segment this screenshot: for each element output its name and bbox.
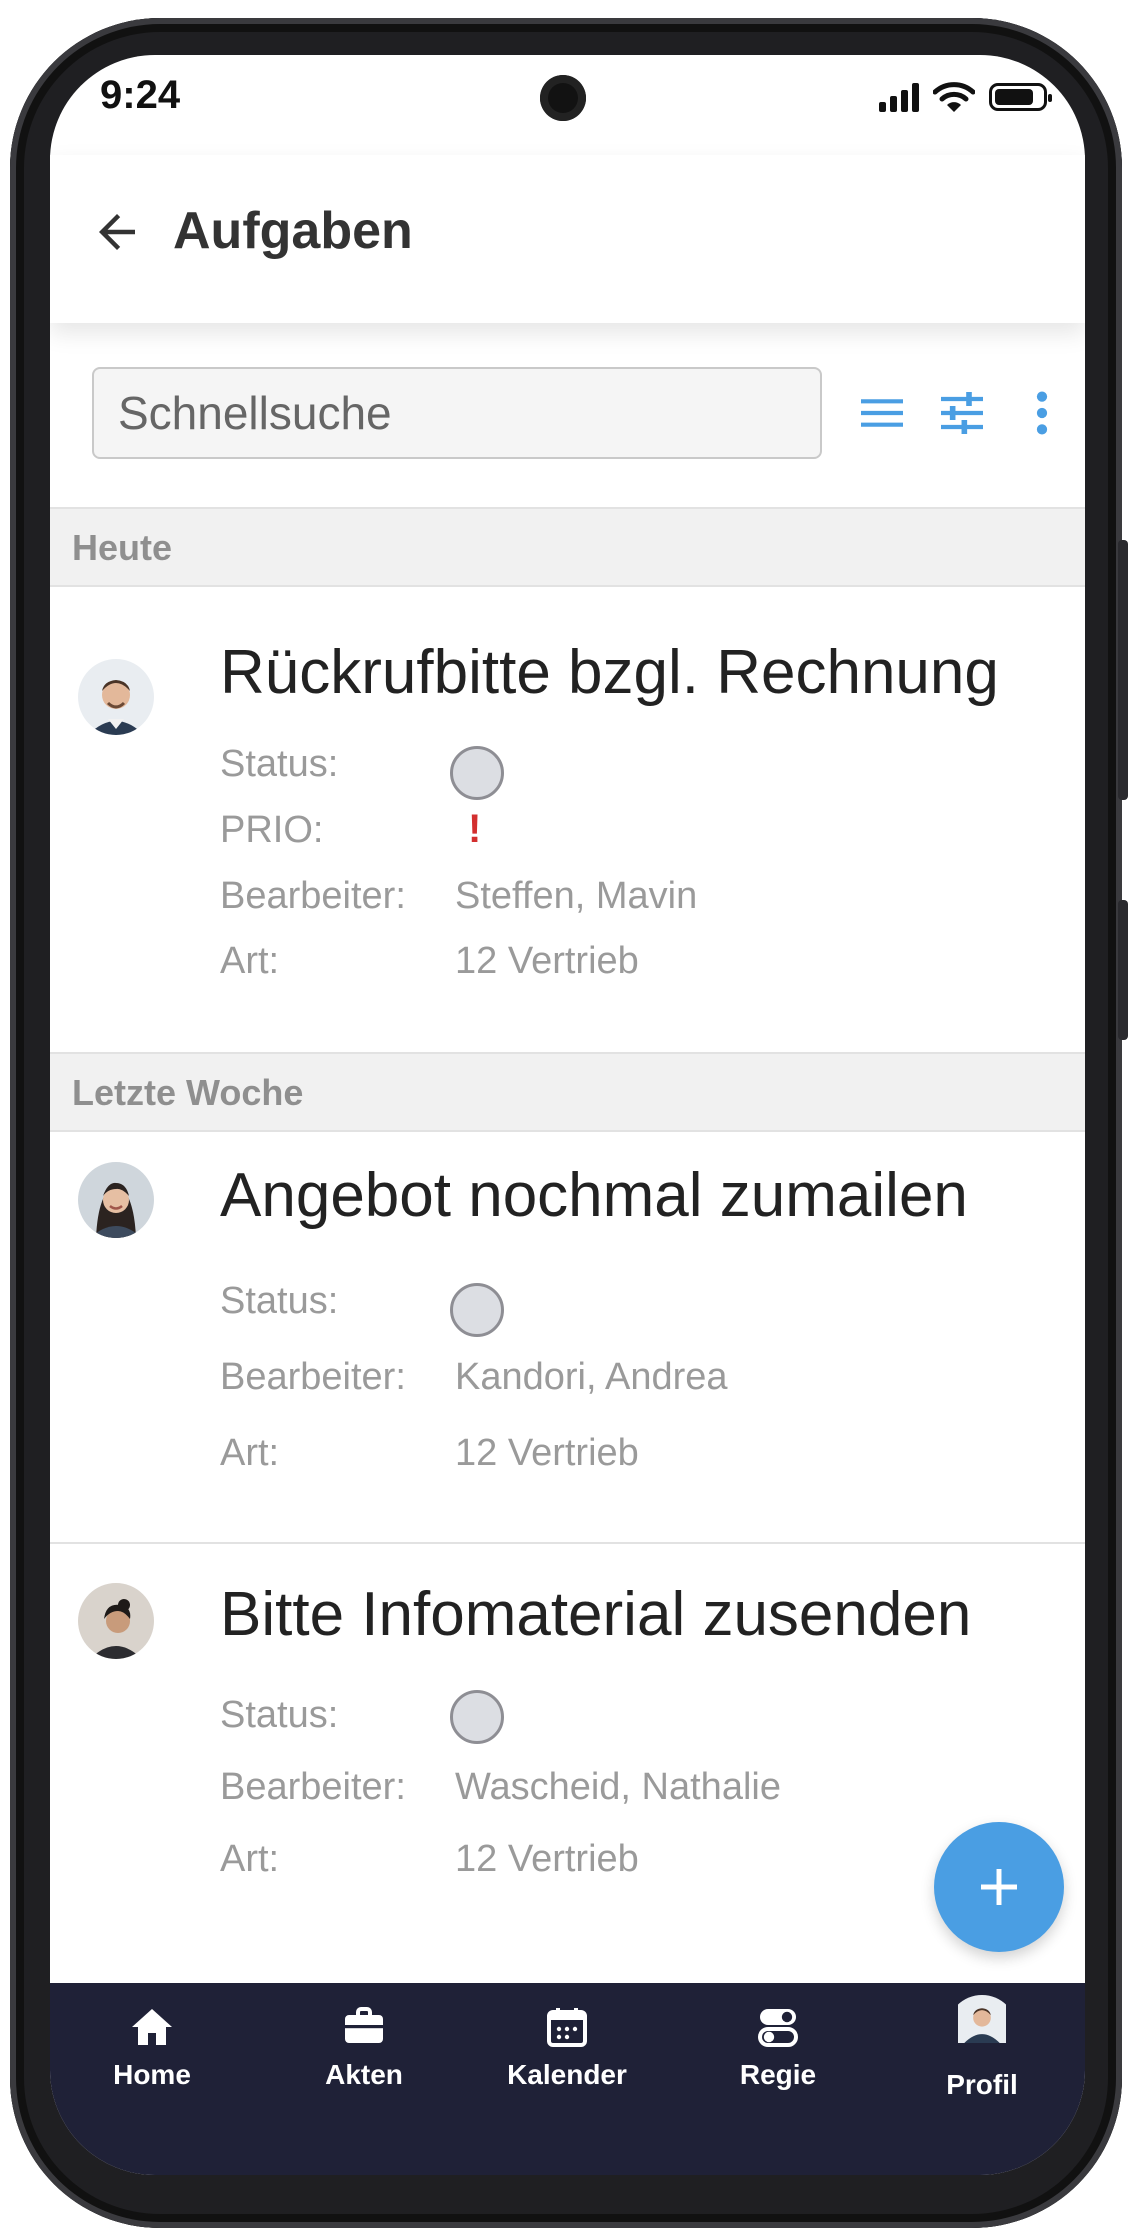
bearbeiter-label: Bearbeiter: bbox=[220, 1766, 406, 1808]
wifi-icon bbox=[933, 82, 975, 112]
bearbeiter-value: Steffen, Mavin bbox=[455, 875, 698, 917]
task-item[interactable]: Rückrufbitte bzgl. Rechnung Status: PRIO… bbox=[50, 587, 1085, 1052]
nav-label: Akten bbox=[325, 2059, 403, 2090]
list-view-icon[interactable] bbox=[854, 385, 910, 441]
task-title: Angebot nochmal zumailen bbox=[220, 1161, 968, 1230]
app-header: Aufgaben bbox=[50, 155, 1085, 323]
plus-icon bbox=[981, 1869, 1017, 1905]
bearbeiter-label: Bearbeiter: bbox=[220, 875, 406, 917]
bearbeiter-label: Bearbeiter: bbox=[220, 1356, 406, 1398]
section-label: Letzte Woche bbox=[72, 1072, 304, 1113]
prio-label: PRIO: bbox=[220, 809, 324, 851]
section-label: Heute bbox=[72, 527, 173, 568]
task-title: Bitte Infomaterial zusenden bbox=[220, 1580, 972, 1649]
status-label: Status: bbox=[220, 1694, 339, 1736]
front-camera bbox=[540, 75, 586, 121]
status-bar: 9:24 bbox=[50, 55, 1085, 150]
signal-icon bbox=[879, 82, 919, 112]
power-button bbox=[1118, 900, 1128, 1040]
priority-icon: ! bbox=[468, 807, 482, 851]
art-label: Art: bbox=[220, 940, 280, 982]
bearbeiter-value: Kandori, Andrea bbox=[455, 1356, 728, 1398]
art-label: Art: bbox=[220, 1432, 280, 1474]
toggle-icon bbox=[758, 2009, 798, 2047]
bottom-navigation: Home Akten Kalender Regie Profil bbox=[50, 1983, 1085, 2175]
nav-item-home[interactable]: Home bbox=[67, 2003, 237, 2091]
battery-icon bbox=[989, 83, 1052, 111]
art-value: 12 Vertrieb bbox=[455, 1432, 639, 1474]
add-task-button[interactable] bbox=[934, 1822, 1064, 1952]
section-header-today: Heute bbox=[50, 507, 1085, 587]
nav-label: Home bbox=[113, 2059, 191, 2090]
nav-item-regie[interactable]: Regie bbox=[693, 2003, 863, 2091]
status-indicator[interactable] bbox=[450, 1283, 504, 1337]
volume-button bbox=[1118, 540, 1128, 800]
nav-label: Profil bbox=[946, 2069, 1018, 2100]
filter-sliders-icon[interactable] bbox=[934, 385, 990, 441]
task-title: Rückrufbitte bzgl. Rechnung bbox=[220, 638, 999, 707]
art-value: 12 Vertrieb bbox=[455, 940, 639, 982]
task-item[interactable]: Angebot nochmal zumailen Status: Bearbei… bbox=[50, 1132, 1085, 1542]
art-value: 12 Vertrieb bbox=[455, 1838, 639, 1880]
home-icon bbox=[132, 2009, 172, 2045]
nav-item-akten[interactable]: Akten bbox=[279, 2003, 449, 2091]
more-vert-icon[interactable] bbox=[1024, 385, 1060, 441]
calendar-icon bbox=[547, 2008, 587, 2047]
page-title: Aufgaben bbox=[173, 202, 413, 260]
section-header-last-week: Letzte Woche bbox=[50, 1052, 1085, 1132]
task-item[interactable]: Bitte Infomaterial zusenden Status: Bear… bbox=[50, 1544, 1085, 1983]
back-arrow-icon[interactable] bbox=[90, 205, 144, 259]
status-label: Status: bbox=[220, 743, 339, 785]
avatar bbox=[78, 1162, 154, 1238]
avatar bbox=[947, 1995, 1017, 2065]
nav-label: Kalender bbox=[507, 2059, 627, 2090]
status-indicator[interactable] bbox=[450, 746, 504, 800]
avatar bbox=[78, 659, 154, 735]
search-input[interactable] bbox=[92, 367, 822, 459]
briefcase-icon bbox=[345, 2007, 383, 2043]
status-label: Status: bbox=[220, 1280, 339, 1322]
nav-label: Regie bbox=[739, 2059, 817, 2090]
search-toolbar bbox=[50, 323, 1085, 508]
art-label: Art: bbox=[220, 1838, 280, 1880]
bearbeiter-value: Wascheid, Nathalie bbox=[455, 1766, 781, 1808]
status-indicator[interactable] bbox=[450, 1690, 504, 1744]
avatar bbox=[78, 1583, 154, 1659]
status-time: 9:24 bbox=[100, 73, 181, 117]
nav-item-kalender[interactable]: Kalender bbox=[482, 2003, 652, 2091]
status-icons bbox=[879, 80, 1052, 114]
nav-item-profil[interactable]: Profil bbox=[897, 1995, 1067, 2101]
screen: 9:24 Aufgaben Schnellsuche Heute Rückruf… bbox=[50, 55, 1085, 2175]
